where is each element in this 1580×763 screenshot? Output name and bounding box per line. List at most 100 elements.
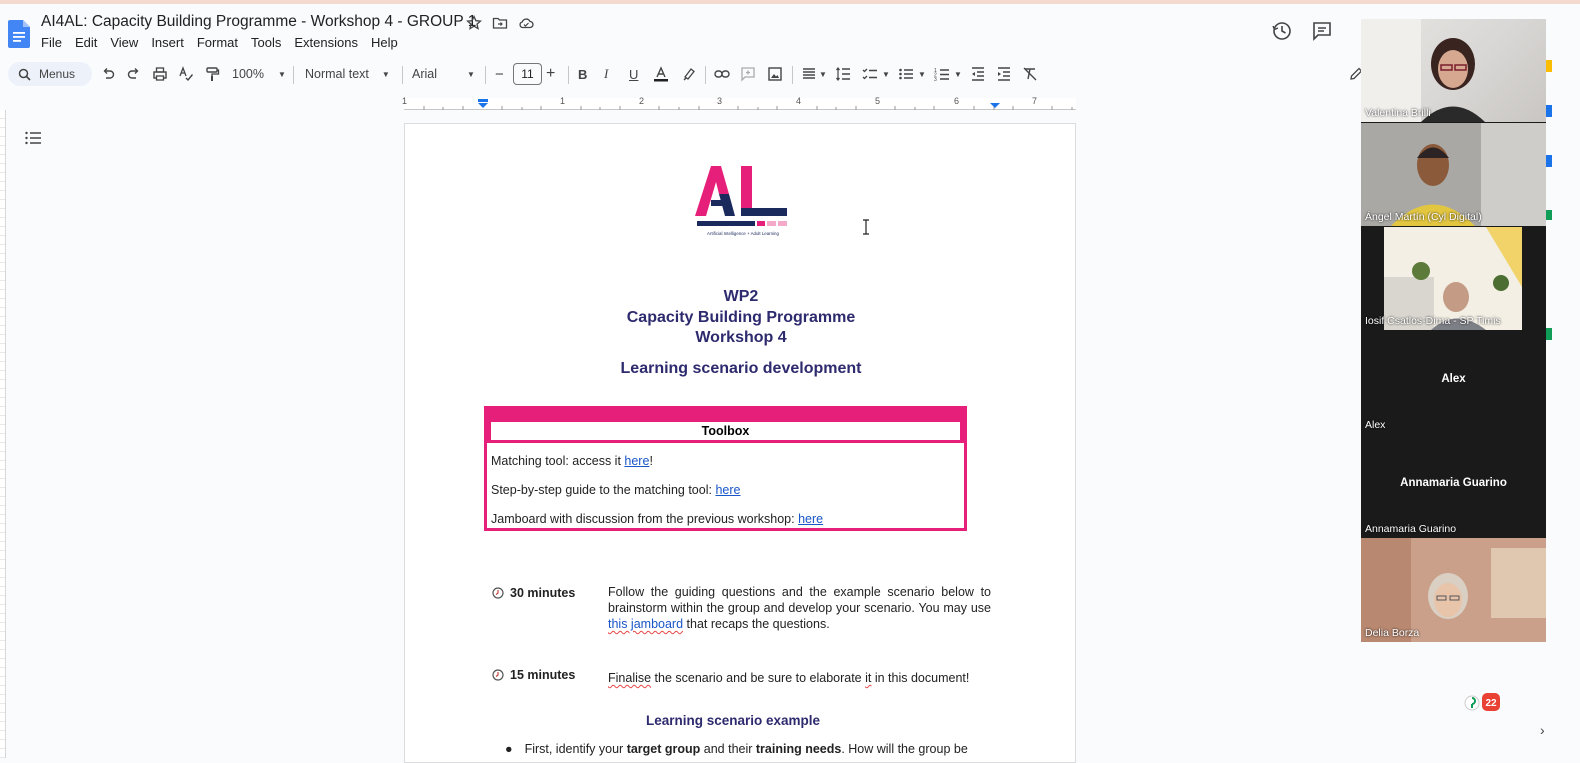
timer-icon xyxy=(492,587,504,599)
font-value: Arial xyxy=(412,67,438,81)
ruler-number: 1 xyxy=(560,96,566,106)
menu-bar: File Edit View Insert Format Tools Exten… xyxy=(41,35,411,50)
menu-insert[interactable]: Insert xyxy=(151,35,184,50)
bold-button[interactable]: B xyxy=(578,62,587,86)
checklist-icon[interactable] xyxy=(862,66,878,82)
align-icon[interactable] xyxy=(801,66,817,82)
menu-extensions[interactable]: Extensions xyxy=(294,35,358,50)
text-color-icon[interactable] xyxy=(653,66,669,82)
ruler-number: 7 xyxy=(1032,96,1038,106)
participant-center-label: Alex xyxy=(1441,373,1466,385)
menu-edit[interactable]: Edit xyxy=(75,35,97,50)
clear-formatting-icon[interactable] xyxy=(1022,66,1038,82)
bulleted-list-icon[interactable] xyxy=(898,66,914,82)
search-menus-button[interactable]: Menus xyxy=(8,62,92,86)
logo-tagline: Artificial Intelligence + Adult Learning xyxy=(707,231,779,236)
video-call-panel: Valentina Brilli Ángel Martín (Cyl Digit… xyxy=(1361,19,1546,642)
redo-icon[interactable] xyxy=(126,66,142,82)
participant-tile[interactable]: Valentina Brilli xyxy=(1361,19,1546,122)
side-panel-icons[interactable] xyxy=(1546,60,1552,360)
addon-badge-icon[interactable]: 22 xyxy=(1462,690,1504,714)
cloud-status-icon[interactable] xyxy=(518,15,534,31)
vertical-ruler xyxy=(0,110,6,758)
highlight-icon[interactable] xyxy=(681,66,697,82)
menus-label: Menus xyxy=(39,67,76,81)
toolbox-text: Jamboard with discussion from the previo… xyxy=(491,512,799,526)
decrease-indent-icon[interactable] xyxy=(970,66,986,82)
chevron-down-icon[interactable]: ▼ xyxy=(882,62,890,86)
chevron-down-icon[interactable]: ▼ xyxy=(918,62,926,86)
toolbar-divider xyxy=(705,66,706,84)
step2-text-a: the scenario and be sure to elaborate xyxy=(651,671,866,685)
increase-indent-icon[interactable] xyxy=(996,66,1012,82)
step2-text-b: in this document! xyxy=(871,671,970,685)
toolbar-divider xyxy=(485,66,486,84)
this-jamboard-link[interactable]: this jamboard xyxy=(608,617,683,631)
chevron-down-icon[interactable]: ▼ xyxy=(819,62,827,86)
menu-format[interactable]: Format xyxy=(197,35,238,50)
toolbox-text: Matching tool: access it xyxy=(491,454,625,468)
menu-help[interactable]: Help xyxy=(371,35,398,50)
font-size-input[interactable]: 11 xyxy=(513,63,542,85)
toolbar-divider xyxy=(293,66,294,84)
document-outline-icon[interactable] xyxy=(25,131,41,145)
bullet-bold: target group xyxy=(626,742,701,756)
participant-tile[interactable]: Delia Borza xyxy=(1361,538,1546,642)
comments-icon[interactable] xyxy=(1311,20,1333,42)
underline-button[interactable]: U xyxy=(629,62,638,86)
print-icon[interactable] xyxy=(152,66,168,82)
ruler-number: 1 xyxy=(402,96,408,106)
paragraph-style-select[interactable]: Normal text ▼ xyxy=(305,62,390,86)
zoom-value: 100% xyxy=(232,67,264,81)
google-docs-icon[interactable] xyxy=(8,20,30,48)
zoom-select[interactable]: 100% ▼ xyxy=(232,62,286,86)
list-item: ● First, identify your target group and t… xyxy=(505,742,968,756)
heading-wp: WP2 xyxy=(723,288,759,305)
menu-file[interactable]: File xyxy=(41,35,62,50)
participant-tile[interactable]: Ángel Martín (Cyl Digital) xyxy=(1361,123,1546,226)
text-cursor-icon xyxy=(863,219,869,235)
title-bar: AI4AL: Capacity Building Programme - Wor… xyxy=(0,4,1580,56)
participant-tile[interactable]: Annamaria Guarino Annamaria Guarino xyxy=(1361,435,1546,538)
chevron-down-icon[interactable]: ▼ xyxy=(954,62,962,86)
add-comment-icon[interactable] xyxy=(740,66,756,82)
move-folder-icon[interactable] xyxy=(492,15,508,31)
document-title[interactable]: AI4AL: Capacity Building Programme - Wor… xyxy=(41,13,476,31)
paint-format-icon[interactable] xyxy=(204,66,220,82)
ruler-number: 5 xyxy=(875,96,881,106)
matching-tool-link[interactable]: here xyxy=(624,454,649,468)
font-family-select[interactable]: Arial ▼ xyxy=(412,62,475,86)
menu-view[interactable]: View xyxy=(110,35,138,50)
participant-tile[interactable]: Iosif Csatlos-Dima - SP Timis xyxy=(1361,227,1546,330)
horizontal-ruler[interactable]: 1 1 2 3 4 5 6 7 xyxy=(0,95,1360,111)
addon-badge-count: 22 xyxy=(1485,698,1497,709)
version-history-icon[interactable] xyxy=(1271,20,1293,42)
jamboard-link[interactable]: here xyxy=(798,512,823,526)
line-spacing-icon[interactable] xyxy=(835,66,851,82)
participant-name: Ángel Martín (Cyl Digital) xyxy=(1365,211,1482,223)
document-page[interactable]: Artificial Intelligence + Adult Learning… xyxy=(404,123,1076,763)
chevron-down-icon: ▼ xyxy=(381,69,390,79)
insert-image-icon[interactable] xyxy=(767,66,783,82)
step2-word-finalise: Finalise xyxy=(608,671,652,685)
guide-link[interactable]: here xyxy=(715,483,740,497)
increase-font-size-button[interactable]: + xyxy=(546,62,555,86)
participant-tile[interactable]: Alex Alex xyxy=(1361,331,1546,434)
italic-button[interactable]: I xyxy=(604,62,608,86)
decrease-font-size-button[interactable]: − xyxy=(495,62,504,86)
chevron-right-icon[interactable]: › xyxy=(1540,722,1545,738)
ruler-ticks xyxy=(423,99,1073,110)
undo-icon[interactable] xyxy=(100,66,116,82)
bullet-dot: ● xyxy=(505,742,513,756)
numbered-list-icon[interactable]: 123 xyxy=(934,66,950,82)
toolbox-text: Step-by-step guide to the matching tool: xyxy=(491,483,716,497)
insert-link-icon[interactable] xyxy=(714,66,730,82)
spellcheck-icon[interactable] xyxy=(178,66,194,82)
menu-tools[interactable]: Tools xyxy=(251,35,281,50)
bullet-text: and their xyxy=(700,742,756,756)
formatting-toolbar: Menus 100% ▼ Normal text ▼ Arial ▼ − 11 + B… xyxy=(8,62,1363,88)
star-icon[interactable] xyxy=(466,15,482,31)
toolbar-divider xyxy=(568,66,569,84)
participant-name: Valentina Brilli xyxy=(1365,107,1431,119)
ai4al-logo: Artificial Intelligence + Adult Learning xyxy=(695,166,787,236)
